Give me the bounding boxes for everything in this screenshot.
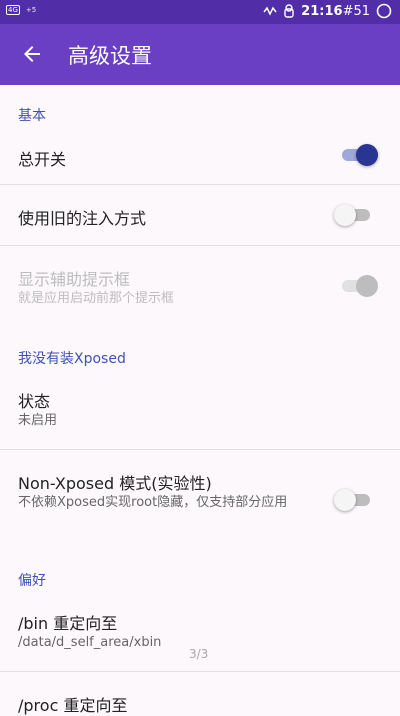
pref-summary: 不依赖Xposed实现root隐藏，仅支持部分应用 [18,495,288,510]
pref-master-switch[interactable]: 总开关 [0,130,400,184]
clock: 21:16#51 [301,3,370,19]
circle-icon [376,3,392,19]
pref-title: /bin 重定向至 [18,614,118,633]
pref-title: Non-Xposed 模式(实验性) [18,474,212,493]
pref-title: 总开关 [18,150,67,169]
section-header-prefs: 偏好 [18,573,46,589]
app-bar: 高级设置 [0,24,400,85]
section-header-no-xposed: 我没有装Xposed [18,351,126,367]
old-injection-toggle[interactable] [334,203,374,227]
helper-prompt-toggle [338,274,378,298]
pref-helper-prompt: 显示辅助提示框 就是应用启动前那个提示框 [0,246,400,318]
pref-summary: 就是应用启动前那个提示框 [18,291,175,306]
status-bar: 4G +5 21:16#51 [0,0,400,24]
pref-non-xposed-mode[interactable]: Non-Xposed 模式(实验性) 不依赖Xposed实现root隐藏，仅支持… [0,450,400,546]
pref-title: 使用旧的注入方式 [18,209,147,228]
pref-summary: 未启用 [18,413,58,428]
non-xposed-mode-toggle[interactable] [334,488,374,512]
page-title: 高级设置 [68,44,152,68]
android-icon [284,4,294,18]
master-switch-toggle[interactable] [338,143,378,167]
pref-proc-redirect[interactable]: /proc 重定向至 [0,672,400,715]
pref-title: 显示辅助提示框 [18,270,131,289]
pref-title: 状态 [18,392,51,411]
page-indicator: 3/3 [189,647,209,661]
pref-title: /proc 重定向至 [18,696,128,715]
notification-count: +5 [25,6,37,14]
wave-icon [263,6,277,16]
section-header-basic: 基本 [18,108,46,124]
back-arrow-icon[interactable] [20,42,44,66]
network-badge: 4G [6,5,20,15]
pref-summary: /data/d_self_area/xbin [18,635,162,650]
pref-old-injection[interactable]: 使用旧的注入方式 [0,185,400,245]
pref-status[interactable]: 状态 未启用 [0,372,400,448]
